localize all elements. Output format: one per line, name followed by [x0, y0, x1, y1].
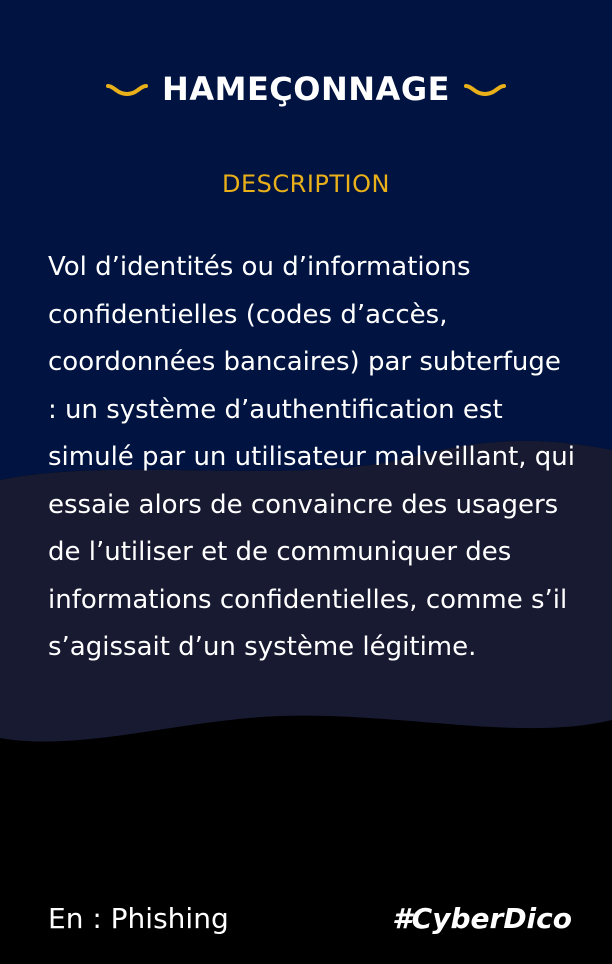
footer: En : Phishing #CyberDico	[48, 896, 572, 940]
title-row: HAMEÇONNAGE	[0, 66, 612, 112]
card-title: HAMEÇONNAGE	[162, 70, 450, 108]
section-label: DESCRIPTION	[222, 170, 390, 198]
dictionary-card: HAMEÇONNAGE DESCRIPTION Vol d’identités …	[0, 0, 612, 964]
squiggle-icon	[463, 84, 506, 97]
hashtag: #CyberDico	[392, 901, 572, 935]
description-text: Vol d’identités ou d’informations confid…	[48, 252, 575, 662]
squiggle-icon	[106, 84, 149, 97]
english-term: En : Phishing	[48, 901, 229, 935]
